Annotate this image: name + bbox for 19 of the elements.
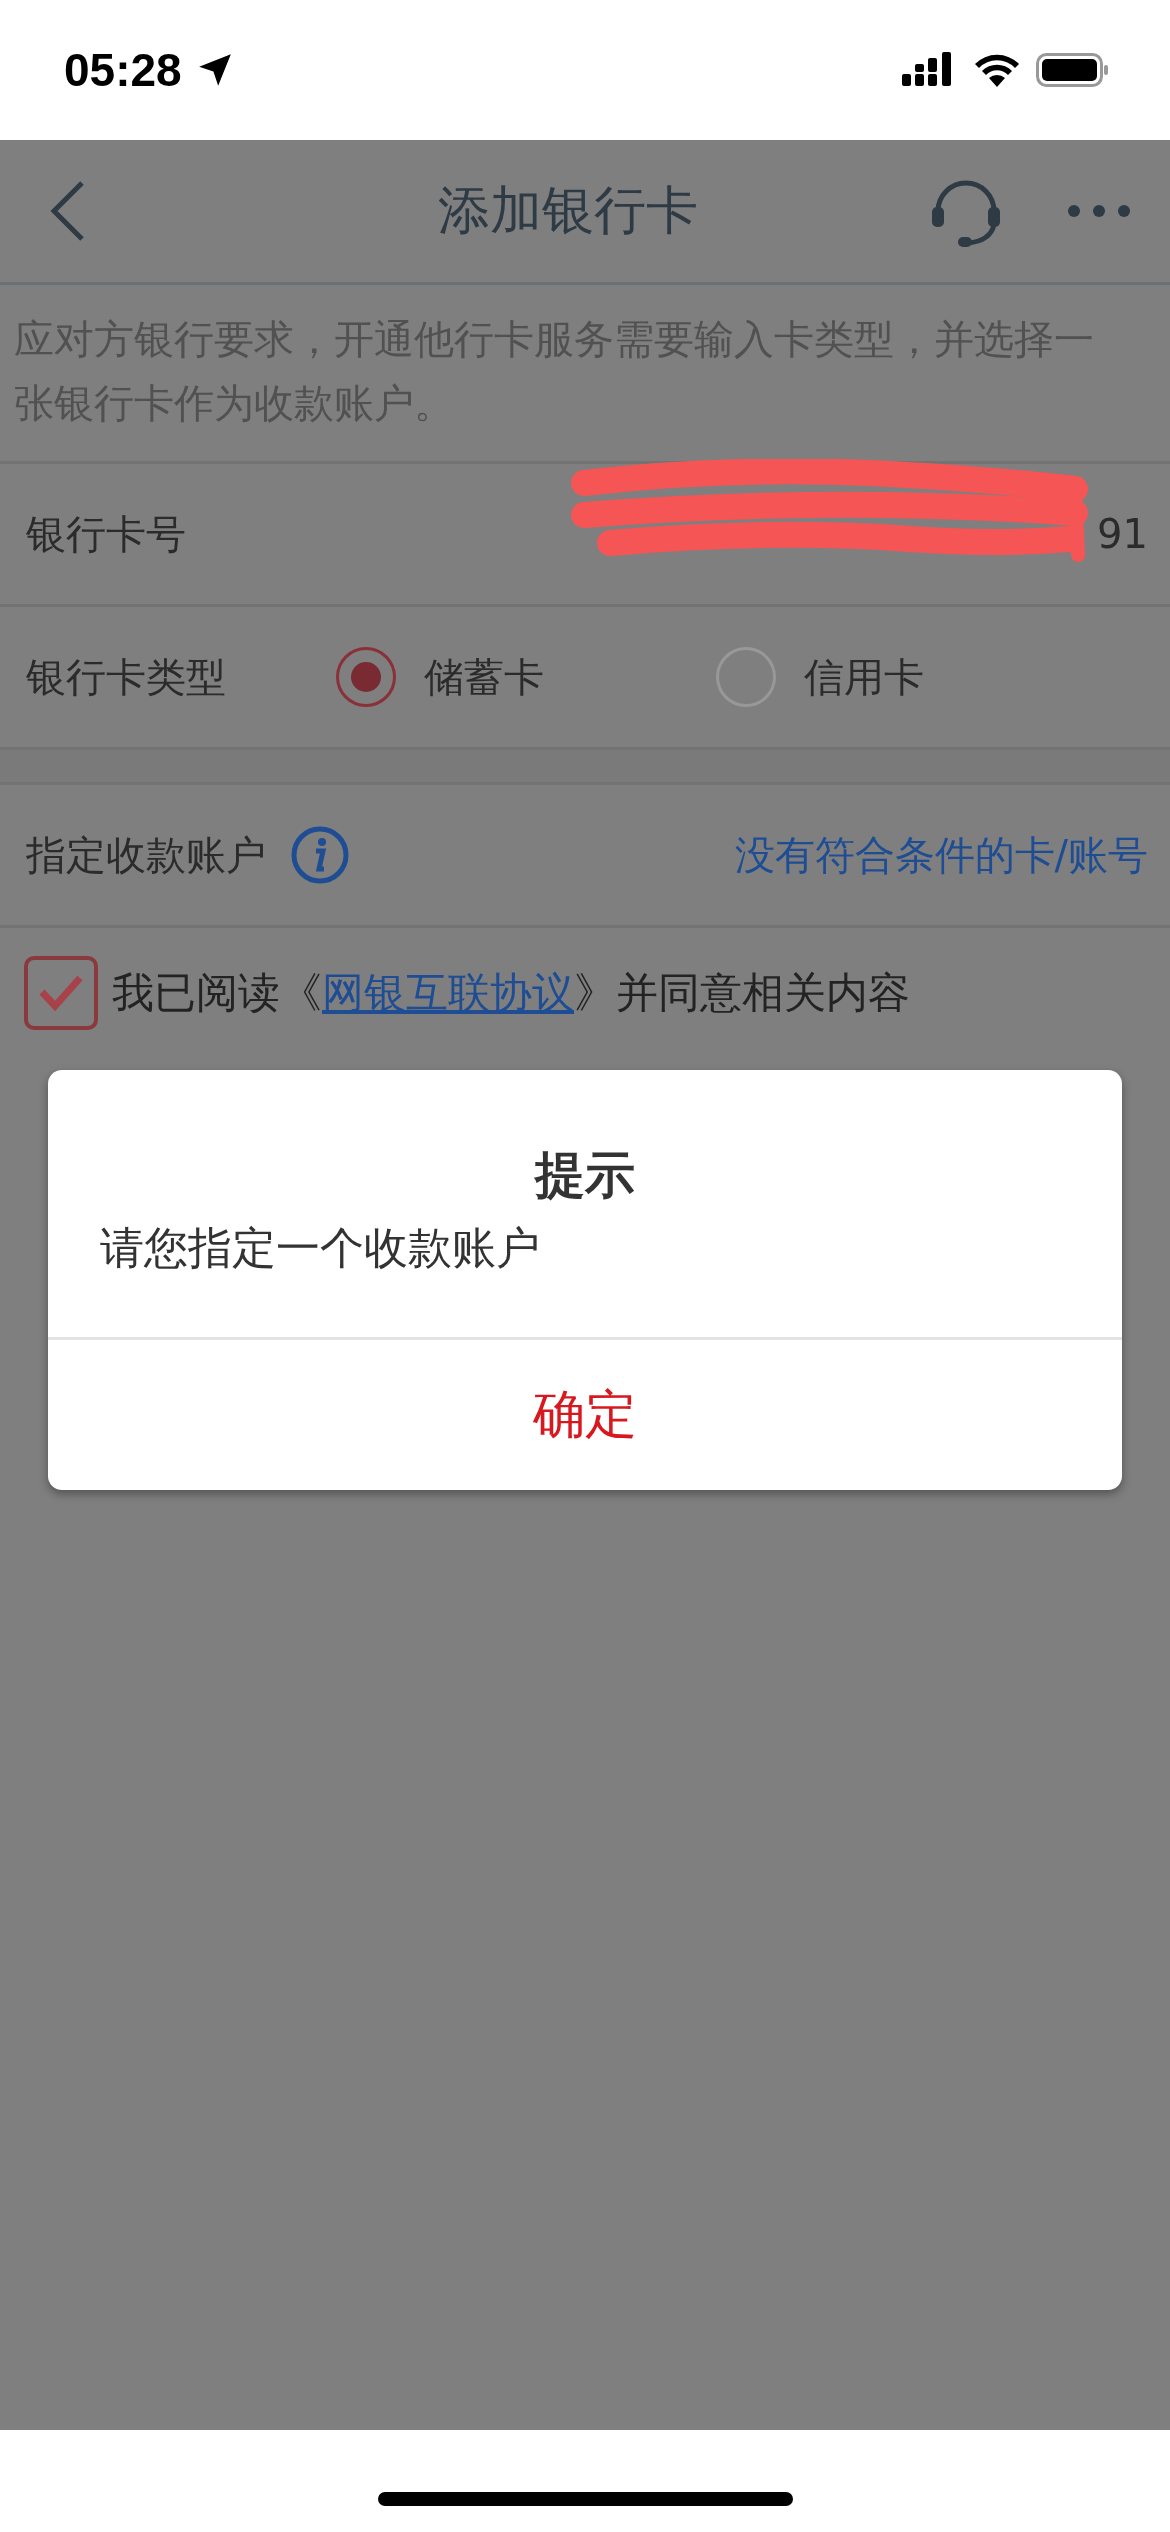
radio-label[interactable]: 信用卡 <box>804 649 924 705</box>
dialog-title: 提示 <box>533 1145 636 1206</box>
agreement-text: 我已阅读《网银互联协议》并同意相关内容 <box>112 967 910 1019</box>
card-type-label: 银行卡类型 <box>26 652 226 702</box>
info-icon[interactable] <box>290 825 350 885</box>
page-title: 添加银行卡 <box>437 179 699 242</box>
dialog-message: 请您指定一个收款账户 <box>48 1209 1122 1340</box>
account-label: 指定收款账户 <box>26 830 266 880</box>
confirm-button[interactable]: 确定 <box>48 1340 1122 1490</box>
agreement-checkbox[interactable] <box>24 956 98 1030</box>
no-eligible-card-link[interactable]: 没有符合条件的卡/账号 <box>734 827 1148 883</box>
card-number-label: 银行卡号 <box>26 509 186 559</box>
radio-label[interactable]: 储蓄卡 <box>424 649 544 705</box>
radio-button[interactable] <box>716 647 776 707</box>
battery-icon <box>1036 51 1110 89</box>
status-time: 05:28 <box>64 43 182 97</box>
agreement-link[interactable]: 网银互联协议 <box>322 968 574 1017</box>
card-number-value[interactable]: 91 <box>1097 511 1148 557</box>
radio-button[interactable] <box>336 647 396 707</box>
